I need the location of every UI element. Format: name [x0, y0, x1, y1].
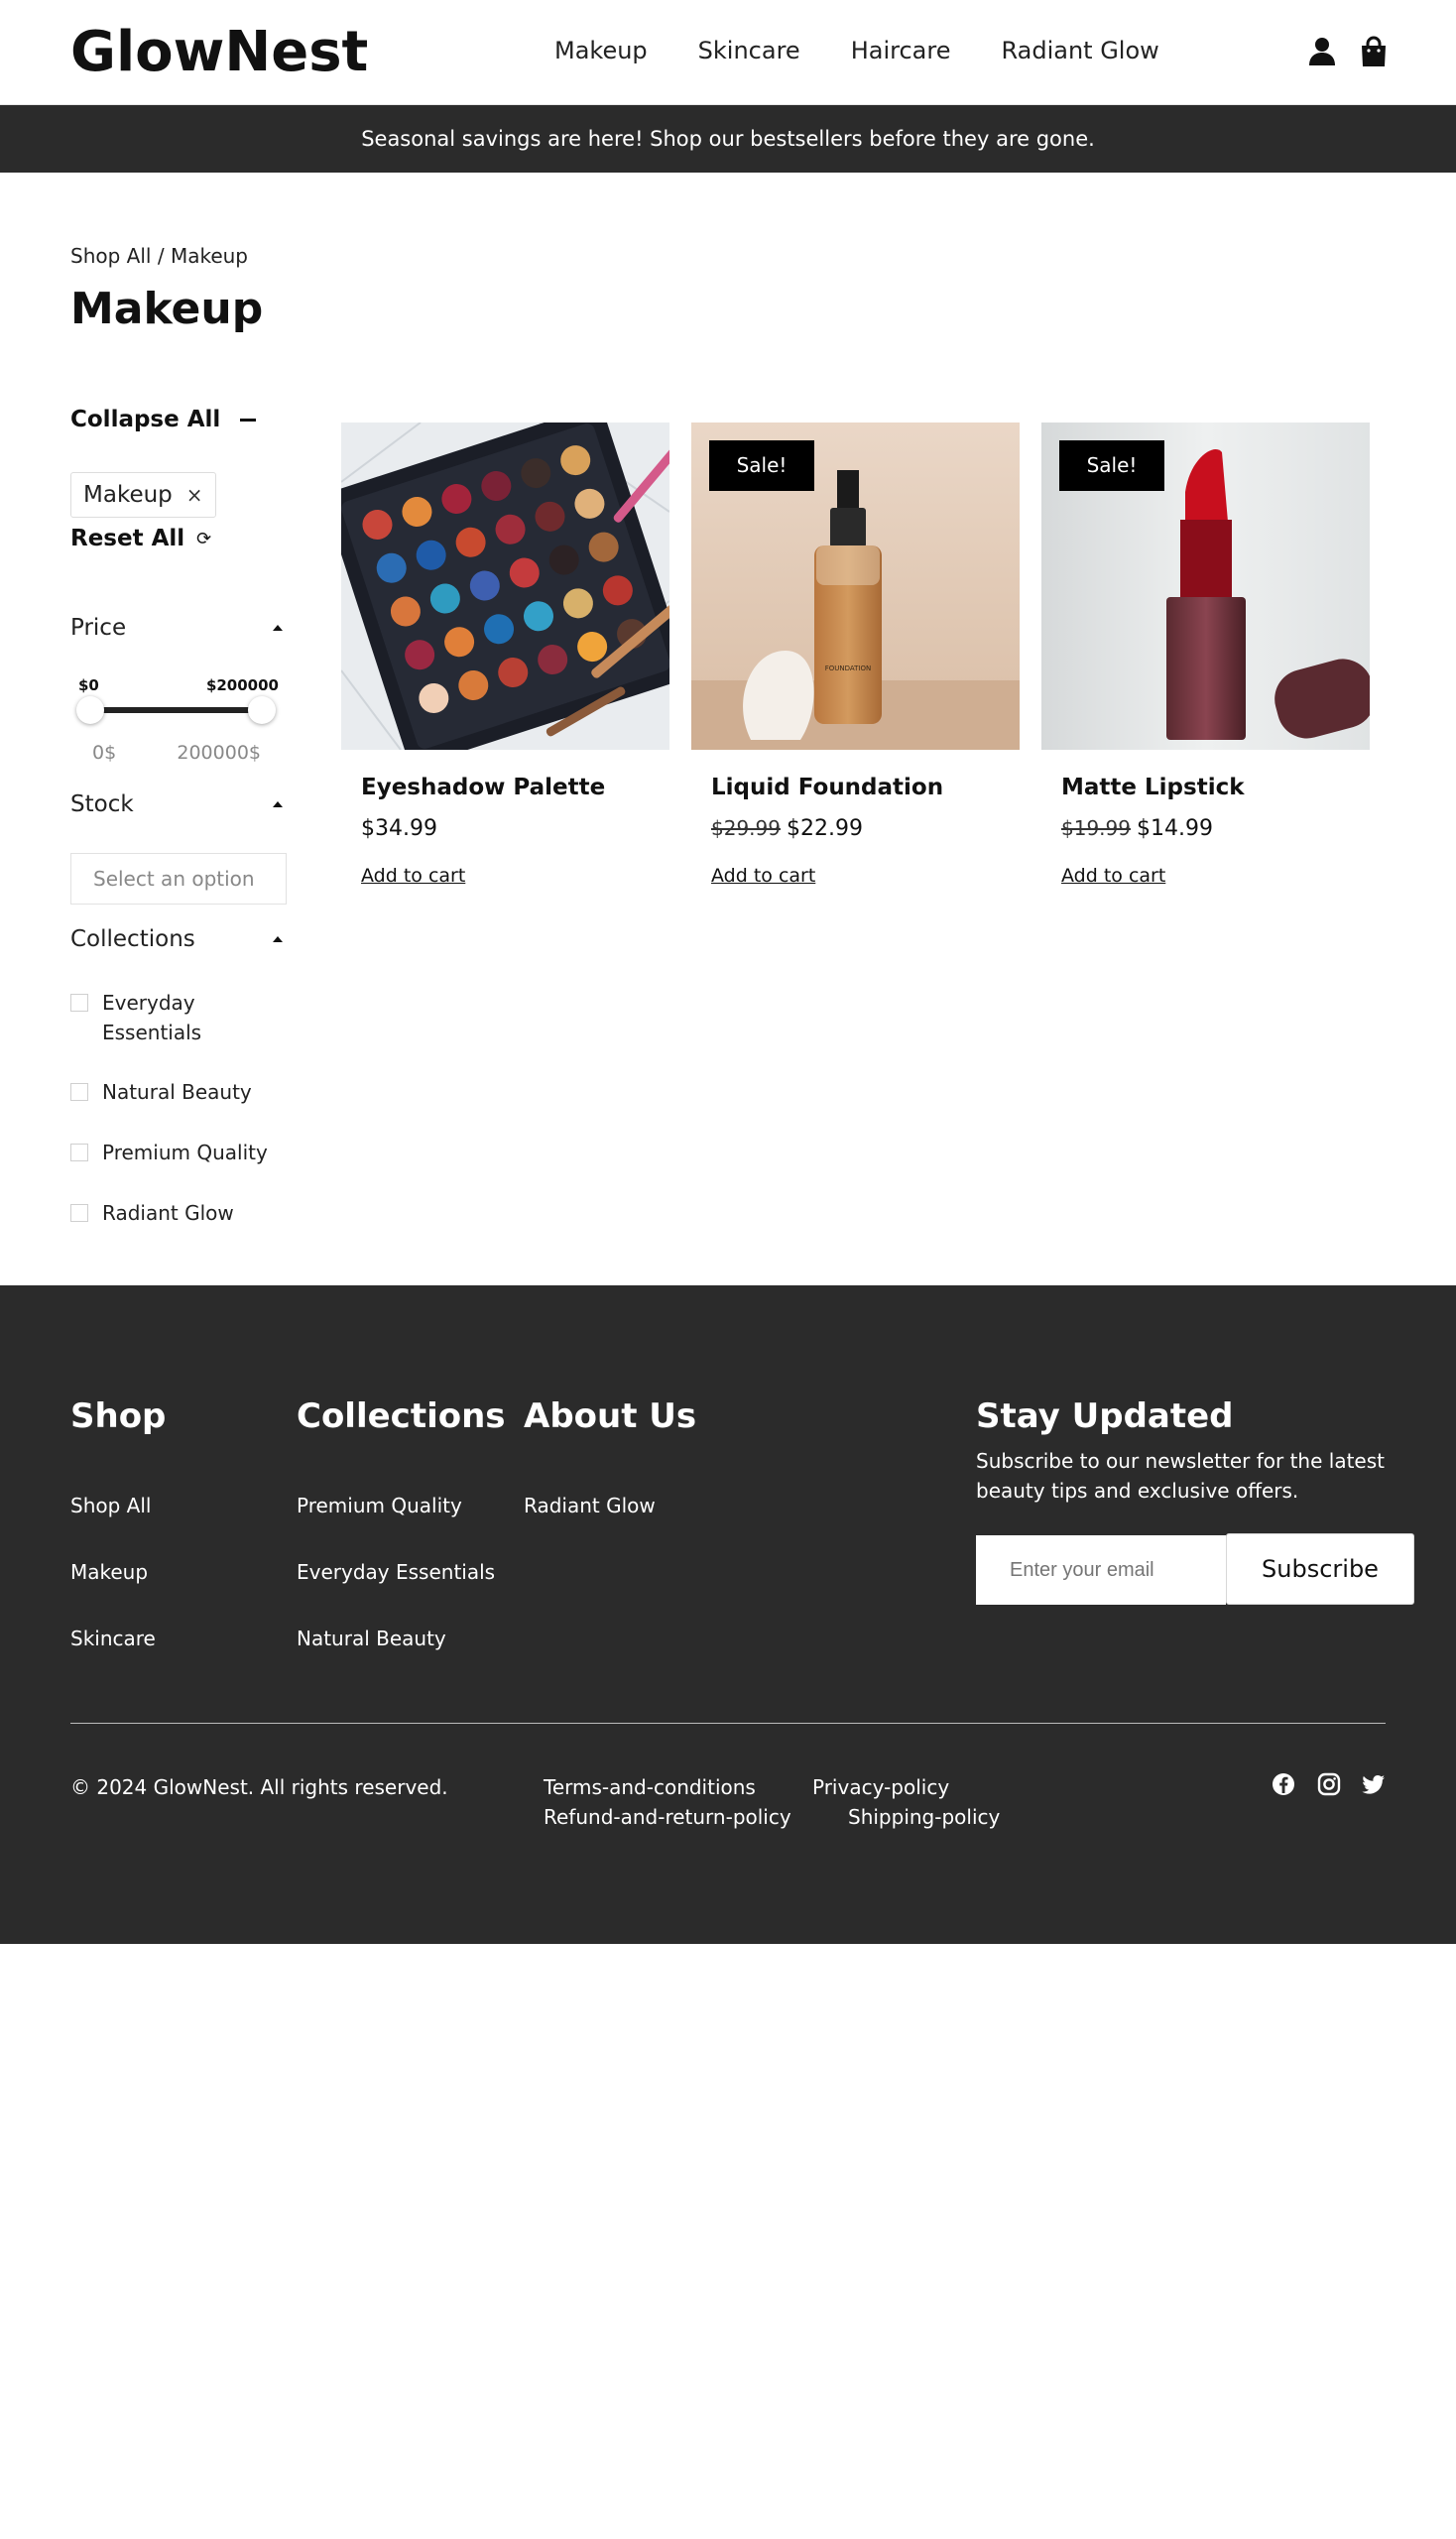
footer-collections-title: Collections	[297, 1396, 506, 1436]
footer-link-shop-all[interactable]: Shop All	[70, 1494, 151, 1517]
add-to-cart-button[interactable]: Add to cart	[1061, 865, 1165, 887]
product-image-eyeshadow-palette[interactable]	[341, 423, 669, 750]
active-filter-chip: Makeup ×	[70, 472, 216, 518]
footer-link-radiant-glow[interactable]: Radiant Glow	[524, 1494, 656, 1517]
checkbox-everyday-essentials[interactable]: Everyday Essentials	[70, 988, 287, 1047]
newsletter-title: Stay Updated	[976, 1396, 1234, 1436]
refresh-icon: ⟳	[196, 528, 212, 549]
checkbox-label: Premium Quality	[102, 1141, 268, 1164]
breadcrumb: Shop All / Makeup	[70, 244, 248, 268]
instagram-icon[interactable]	[1316, 1771, 1342, 1797]
legal-link-refund[interactable]: Refund-and-return-policy	[544, 1805, 791, 1829]
minus-icon	[240, 418, 257, 422]
price-max-label: $200000	[205, 676, 279, 694]
chip-label: Makeup	[83, 482, 173, 508]
collapse-all-button[interactable]: Collapse All	[70, 407, 257, 432]
legal-link-terms[interactable]: Terms-and-conditions	[544, 1775, 756, 1799]
nav-link-haircare[interactable]: Haircare	[851, 34, 951, 67]
footer-divider	[70, 1723, 1386, 1724]
sale-badge: Sale!	[709, 440, 814, 491]
stock-select[interactable]: Select an option	[70, 853, 287, 905]
add-to-cart-button[interactable]: Add to cart	[711, 865, 815, 887]
user-icon[interactable]	[1307, 36, 1337, 67]
page-title: Makeup	[70, 284, 264, 334]
price-slider-max-handle[interactable]	[248, 696, 276, 724]
announcement-bar: Seasonal savings are here! Shop our best…	[0, 105, 1456, 173]
footer-about-title: About Us	[524, 1396, 697, 1436]
checkbox-box[interactable]	[70, 1204, 88, 1222]
legal-link-shipping[interactable]: Shipping-policy	[848, 1805, 1000, 1829]
original-price: $29.99	[711, 816, 781, 840]
nav-link-skincare[interactable]: Skincare	[698, 34, 800, 67]
price-range-min: 0$	[92, 742, 117, 764]
price-filter-header[interactable]: Price	[70, 615, 287, 641]
footer-link-everyday-essentials[interactable]: Everyday Essentials	[297, 1560, 495, 1584]
product-image-liquid-foundation[interactable]: FOUNDATION Sale!	[691, 423, 1020, 750]
legal-link-privacy[interactable]: Privacy-policy	[812, 1775, 949, 1799]
footer-link-makeup[interactable]: Makeup	[70, 1560, 148, 1584]
site-logo[interactable]: GlowNest	[70, 18, 368, 87]
reset-all-button[interactable]: Reset All ⟳	[70, 526, 211, 551]
price-range-max: 200000$	[177, 742, 261, 764]
twitter-icon[interactable]	[1361, 1771, 1387, 1797]
product-name[interactable]: Liquid Foundation	[711, 775, 943, 800]
header-icons	[1307, 36, 1389, 67]
price-min-label: $0	[78, 676, 99, 694]
newsletter-text: Subscribe to our newsletter for the late…	[976, 1449, 1385, 1503]
site-header: GlowNest Makeup Skincare Haircare Radian…	[0, 0, 1456, 105]
product-image-matte-lipstick[interactable]: Sale!	[1041, 423, 1370, 750]
chevron-up-icon	[273, 625, 283, 631]
checkbox-label: Natural Beauty	[102, 1080, 252, 1104]
newsletter-email-input[interactable]	[976, 1535, 1226, 1605]
nav-link-makeup[interactable]: Makeup	[554, 34, 648, 67]
chevron-up-icon	[273, 936, 283, 942]
current-price: $34.99	[361, 816, 437, 841]
product-price: $19.99 $14.99	[1061, 816, 1213, 841]
checkbox-premium-quality[interactable]: Premium Quality	[70, 1138, 287, 1167]
current-price: $14.99	[1136, 816, 1213, 841]
price-range-values: 0$ 200000$	[92, 742, 261, 764]
breadcrumb-current: Makeup	[170, 244, 248, 268]
current-price: $22.99	[786, 816, 863, 841]
chevron-up-icon	[273, 801, 283, 807]
facebook-icon[interactable]	[1271, 1771, 1296, 1797]
checkbox-radiant-glow[interactable]: Radiant Glow	[70, 1198, 287, 1228]
original-price: $19.99	[1061, 816, 1131, 840]
checkbox-box[interactable]	[70, 1083, 88, 1101]
checkbox-label: Everyday Essentials	[102, 991, 202, 1044]
stock-filter-label: Stock	[70, 791, 134, 817]
product-name[interactable]: Eyeshadow Palette	[361, 775, 605, 800]
checkbox-box[interactable]	[70, 994, 88, 1012]
copyright-text: © 2024 GlowNest. All rights reserved.	[70, 1775, 448, 1799]
reset-all-label: Reset All	[70, 526, 185, 551]
shopping-bag-icon[interactable]	[1359, 36, 1389, 67]
footer-link-premium-quality[interactable]: Premium Quality	[297, 1494, 462, 1517]
site-footer: Shop Shop All Makeup Skincare Collection…	[0, 1285, 1456, 1944]
collapse-all-label: Collapse All	[70, 407, 221, 432]
nav-link-radiant-glow[interactable]: Radiant Glow	[1001, 34, 1158, 67]
price-slider-min-handle[interactable]	[76, 696, 104, 724]
product-price: $29.99 $22.99	[711, 816, 863, 841]
breadcrumb-separator: /	[157, 244, 165, 268]
checkbox-box[interactable]	[70, 1144, 88, 1161]
add-to-cart-button[interactable]: Add to cart	[361, 865, 465, 887]
product-name[interactable]: Matte Lipstick	[1061, 775, 1245, 800]
collections-filter-label: Collections	[70, 926, 195, 952]
sale-badge: Sale!	[1059, 440, 1164, 491]
collections-filter-header[interactable]: Collections	[70, 926, 287, 952]
product-price: $34.99	[361, 816, 437, 841]
main-nav: Makeup Skincare Haircare Radiant Glow	[554, 34, 1159, 67]
breadcrumb-shop-all[interactable]: Shop All	[70, 244, 151, 268]
price-filter-label: Price	[70, 615, 127, 641]
subscribe-button[interactable]: Subscribe	[1226, 1533, 1414, 1605]
footer-shop-title: Shop	[70, 1396, 167, 1436]
svg-text:FOUNDATION: FOUNDATION	[825, 665, 872, 672]
price-slider-track[interactable]	[90, 707, 261, 713]
checkbox-label: Radiant Glow	[102, 1201, 234, 1225]
close-icon[interactable]: ×	[186, 483, 203, 507]
footer-link-natural-beauty[interactable]: Natural Beauty	[297, 1627, 446, 1650]
footer-link-skincare[interactable]: Skincare	[70, 1627, 156, 1650]
stock-filter-header[interactable]: Stock	[70, 791, 287, 817]
checkbox-natural-beauty[interactable]: Natural Beauty	[70, 1077, 287, 1107]
